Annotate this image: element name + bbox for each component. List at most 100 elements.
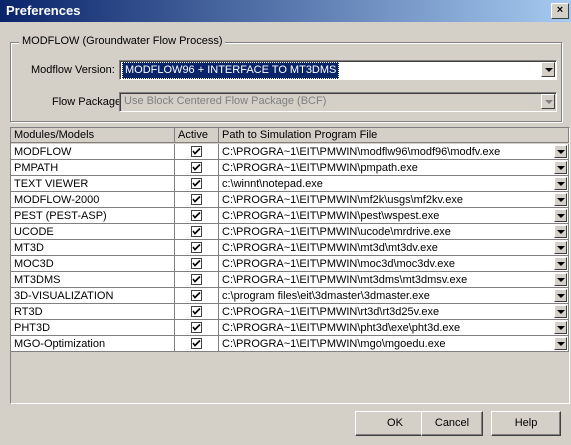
active-checkbox[interactable] bbox=[191, 178, 202, 189]
program-path-cell[interactable]: C:\PROGRA~1\EIT\PMWIN\mf2k\usgs\mf2kv.ex… bbox=[219, 192, 569, 208]
path-dropdown-icon[interactable] bbox=[554, 241, 567, 254]
table-row[interactable]: 3D-VISUALIZATION c:\program files\eit\3dm… bbox=[11, 288, 569, 304]
active-checkbox[interactable] bbox=[191, 194, 202, 205]
path-dropdown-icon[interactable] bbox=[554, 161, 567, 174]
active-checkbox[interactable] bbox=[191, 338, 202, 349]
table-row[interactable]: MODFLOW C:\PROGRA~1\EIT\PMWIN\modflw96\mo… bbox=[11, 144, 569, 160]
path-dropdown-icon[interactable] bbox=[554, 177, 567, 190]
program-path-cell[interactable]: C:\PROGRA~1\EIT\PMWIN\mgo\mgoedu.exe bbox=[219, 336, 569, 352]
program-path-text: C:\PROGRA~1\EIT\PMWIN\mf2k\usgs\mf2kv.ex… bbox=[222, 194, 463, 206]
active-checkbox[interactable] bbox=[191, 306, 202, 317]
modflow-version-select[interactable]: MODFLOW96 + INTERFACE TO MT3DMS bbox=[119, 60, 557, 80]
active-cell bbox=[175, 224, 219, 240]
module-name-cell[interactable]: MODFLOW bbox=[11, 144, 175, 160]
flow-package-dropdown-icon[interactable] bbox=[541, 94, 555, 109]
path-dropdown-icon[interactable] bbox=[554, 257, 567, 270]
cancel-button[interactable]: Cancel bbox=[421, 411, 483, 436]
checkmark-icon bbox=[192, 211, 201, 219]
module-name-cell[interactable]: MT3D bbox=[11, 240, 175, 256]
path-dropdown-icon[interactable] bbox=[554, 273, 567, 286]
path-dropdown-icon[interactable] bbox=[554, 193, 567, 206]
program-path-text: C:\PROGRA~1\EIT\PMWIN\moc3d\moc3dv.exe bbox=[222, 258, 455, 270]
program-path-cell[interactable]: C:\PROGRA~1\EIT\PMWIN\pmpath.exe bbox=[219, 160, 569, 176]
table-row[interactable]: MODFLOW-2000 C:\PROGRA~1\EIT\PMWIN\mf2k\u… bbox=[11, 192, 569, 208]
column-header-modules[interactable]: Modules/Models bbox=[11, 128, 175, 143]
path-dropdown-icon[interactable] bbox=[554, 337, 567, 350]
table-row[interactable]: MGO-Optimization C:\PROGRA~1\EIT\PMWIN\mg… bbox=[11, 336, 569, 352]
checkmark-icon bbox=[192, 291, 201, 299]
active-checkbox[interactable] bbox=[191, 274, 202, 285]
active-cell bbox=[175, 288, 219, 304]
modflow-version-value: MODFLOW96 + INTERFACE TO MT3DMS bbox=[122, 62, 340, 79]
title-bar[interactable]: Preferences × bbox=[0, 0, 571, 22]
path-dropdown-icon[interactable] bbox=[554, 289, 567, 302]
module-name-cell[interactable]: MGO-Optimization bbox=[11, 336, 175, 352]
module-name-cell[interactable]: MOC3D bbox=[11, 256, 175, 272]
table-row[interactable]: MT3D C:\PROGRA~1\EIT\PMWIN\mt3d\mt3dv.exe bbox=[11, 240, 569, 256]
module-name-cell[interactable]: RT3D bbox=[11, 304, 175, 320]
program-path-text: C:\PROGRA~1\EIT\PMWIN\pmpath.exe bbox=[222, 162, 418, 174]
program-path-cell[interactable]: C:\PROGRA~1\EIT\PMWIN\pht3d\exe\pht3d.ex… bbox=[219, 320, 569, 336]
path-dropdown-icon[interactable] bbox=[554, 305, 567, 318]
program-path-text: C:\PROGRA~1\EIT\PMWIN\mgo\mgoedu.exe bbox=[222, 338, 446, 350]
program-path-text: C:\PROGRA~1\EIT\PMWIN\mt3dms\mt3dmsv.exe bbox=[222, 274, 468, 286]
table-row[interactable]: TEXT VIEWER c:\winnt\notepad.exe bbox=[11, 176, 569, 192]
active-checkbox[interactable] bbox=[191, 226, 202, 237]
table-header: Modules/Models Active Path to Simulation… bbox=[11, 128, 569, 144]
checkmark-icon bbox=[192, 179, 201, 187]
path-dropdown-icon[interactable] bbox=[554, 225, 567, 238]
active-checkbox[interactable] bbox=[191, 162, 202, 173]
program-path-cell[interactable]: C:\PROGRA~1\EIT\PMWIN\ucode\mrdrive.exe bbox=[219, 224, 569, 240]
active-checkbox[interactable] bbox=[191, 290, 202, 301]
program-path-cell[interactable]: C:\PROGRA~1\EIT\PMWIN\moc3d\moc3dv.exe bbox=[219, 256, 569, 272]
program-path-text: c:\winnt\notepad.exe bbox=[222, 178, 323, 190]
path-dropdown-icon[interactable] bbox=[554, 209, 567, 222]
program-path-text: C:\PROGRA~1\EIT\PMWIN\pht3d\exe\pht3d.ex… bbox=[222, 322, 461, 334]
column-header-path[interactable]: Path to Simulation Program File bbox=[219, 128, 569, 143]
active-checkbox[interactable] bbox=[191, 210, 202, 221]
module-name-cell[interactable]: PHT3D bbox=[11, 320, 175, 336]
preferences-dialog: Preferences × MODFLOW (Groundwater Flow … bbox=[0, 0, 571, 445]
checkmark-icon bbox=[192, 195, 201, 203]
program-path-cell[interactable]: C:\PROGRA~1\EIT\PMWIN\pest\wspest.exe bbox=[219, 208, 569, 224]
checkmark-icon bbox=[192, 323, 201, 331]
flow-package-select[interactable]: Use Block Centered Flow Package (BCF) bbox=[119, 92, 557, 112]
table-row[interactable]: MOC3D C:\PROGRA~1\EIT\PMWIN\moc3d\moc3dv.… bbox=[11, 256, 569, 272]
active-checkbox[interactable] bbox=[191, 146, 202, 157]
module-name-cell[interactable]: TEXT VIEWER bbox=[11, 176, 175, 192]
module-name-cell[interactable]: MT3DMS bbox=[11, 272, 175, 288]
table-row[interactable]: PEST (PEST-ASP) C:\PROGRA~1\EIT\PMWIN\pes… bbox=[11, 208, 569, 224]
table-row[interactable]: PHT3D C:\PROGRA~1\EIT\PMWIN\pht3d\exe\pht… bbox=[11, 320, 569, 336]
program-path-cell[interactable]: c:\winnt\notepad.exe bbox=[219, 176, 569, 192]
module-name-cell[interactable]: PEST (PEST-ASP) bbox=[11, 208, 175, 224]
module-name-cell[interactable]: PMPATH bbox=[11, 160, 175, 176]
group-title: MODFLOW (Groundwater Flow Process) bbox=[19, 35, 226, 47]
program-path-cell[interactable]: C:\PROGRA~1\EIT\PMWIN\modflw96\modf96\mo… bbox=[219, 144, 569, 160]
column-header-active[interactable]: Active bbox=[175, 128, 219, 143]
program-path-cell[interactable]: C:\PROGRA~1\EIT\PMWIN\mt3dms\mt3dmsv.exe bbox=[219, 272, 569, 288]
path-dropdown-icon[interactable] bbox=[554, 145, 567, 158]
active-cell bbox=[175, 336, 219, 352]
active-cell bbox=[175, 192, 219, 208]
help-button[interactable]: Help bbox=[491, 411, 561, 436]
modflow-version-label: Modflow Version: bbox=[31, 64, 115, 76]
active-checkbox[interactable] bbox=[191, 258, 202, 269]
program-path-text: C:\PROGRA~1\EIT\PMWIN\pest\wspest.exe bbox=[222, 210, 440, 222]
module-name-cell[interactable]: UCODE bbox=[11, 224, 175, 240]
module-name-cell[interactable]: 3D-VISUALIZATION bbox=[11, 288, 175, 304]
program-path-cell[interactable]: C:\PROGRA~1\EIT\PMWIN\mt3d\mt3dv.exe bbox=[219, 240, 569, 256]
path-dropdown-icon[interactable] bbox=[554, 321, 567, 334]
close-icon[interactable]: × bbox=[551, 3, 569, 19]
program-path-cell[interactable]: C:\PROGRA~1\EIT\PMWIN\rt3d\rt3d25v.exe bbox=[219, 304, 569, 320]
program-path-cell[interactable]: c:\program files\eit\3dmaster\3dmaster.e… bbox=[219, 288, 569, 304]
program-path-text: C:\PROGRA~1\EIT\PMWIN\rt3d\rt3d25v.exe bbox=[222, 306, 440, 318]
table-row[interactable]: MT3DMS C:\PROGRA~1\EIT\PMWIN\mt3dms\mt3dm… bbox=[11, 272, 569, 288]
checkmark-icon bbox=[192, 227, 201, 235]
table-row[interactable]: UCODE C:\PROGRA~1\EIT\PMWIN\ucode\mrdrive… bbox=[11, 224, 569, 240]
table-row[interactable]: RT3D C:\PROGRA~1\EIT\PMWIN\rt3d\rt3d25v.e… bbox=[11, 304, 569, 320]
active-checkbox[interactable] bbox=[191, 242, 202, 253]
modflow-version-dropdown-icon[interactable] bbox=[541, 62, 555, 77]
table-row[interactable]: PMPATH C:\PROGRA~1\EIT\PMWIN\pmpath.exe bbox=[11, 160, 569, 176]
active-checkbox[interactable] bbox=[191, 322, 202, 333]
module-name-cell[interactable]: MODFLOW-2000 bbox=[11, 192, 175, 208]
